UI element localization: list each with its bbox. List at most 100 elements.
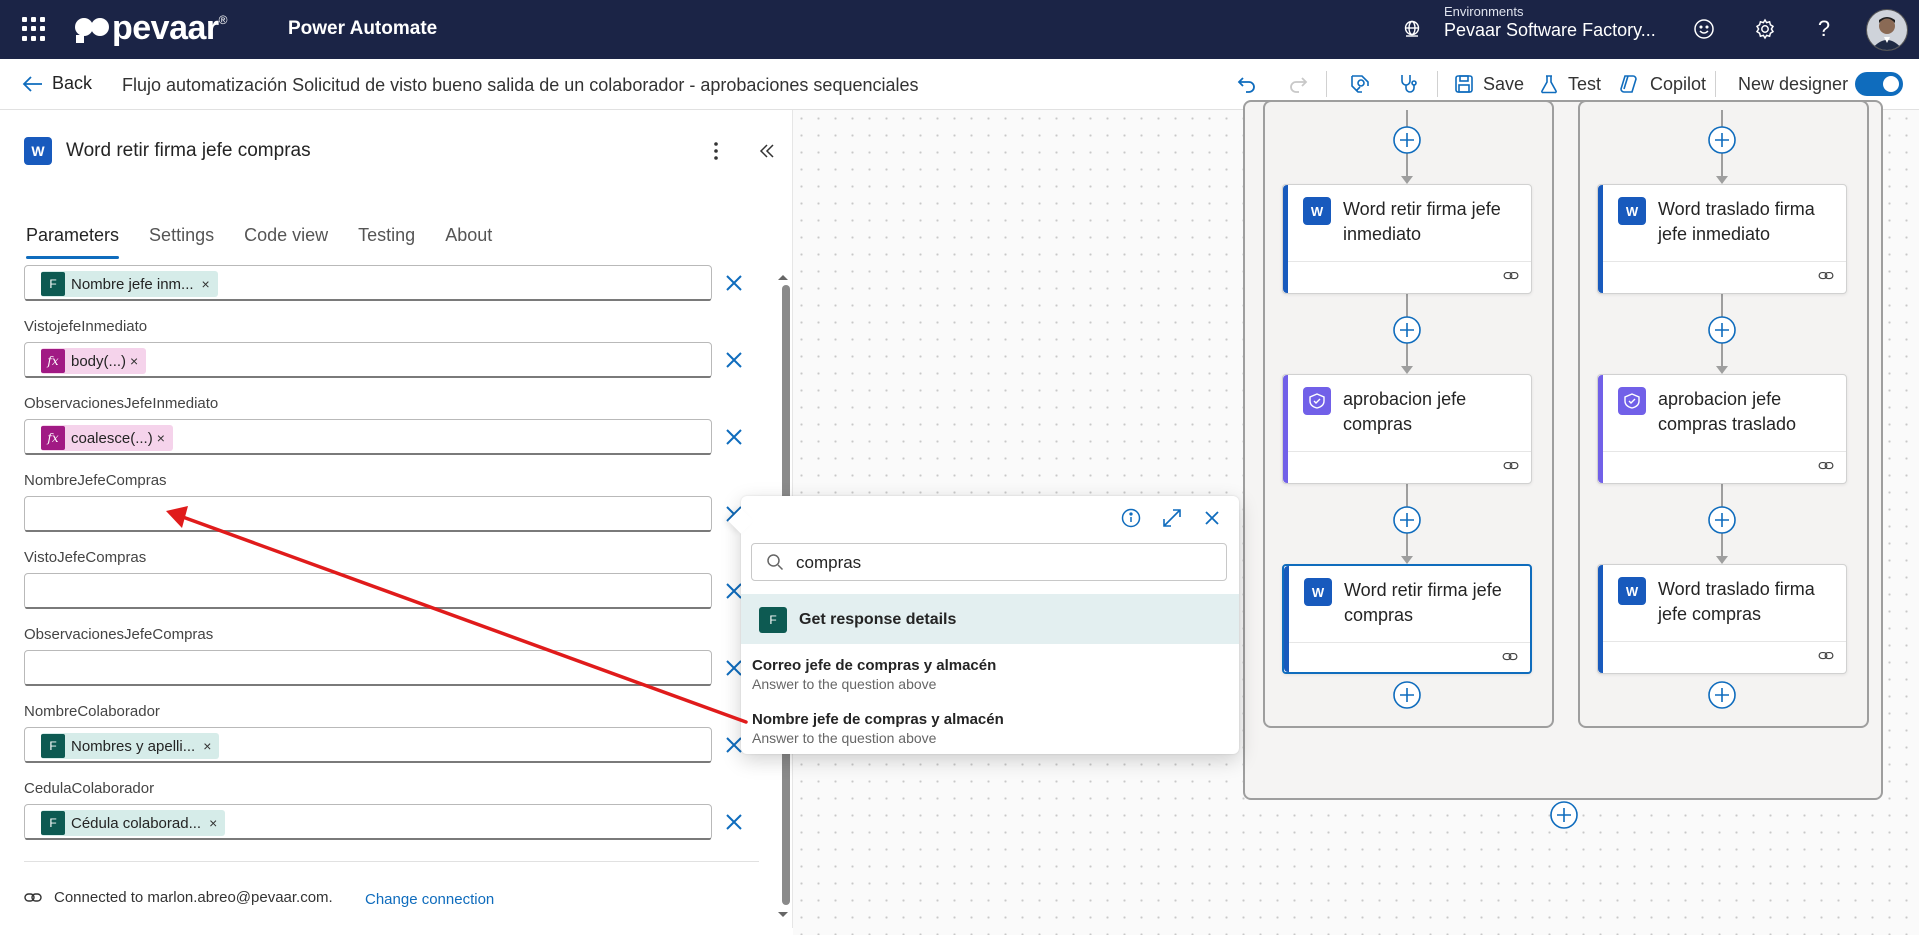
add-step-plus-icon[interactable] <box>1392 315 1422 345</box>
link-icon <box>24 892 42 902</box>
dynamic-content-search-input[interactable]: compras <box>751 543 1227 581</box>
redo-button[interactable] <box>1287 70 1309 98</box>
user-avatar[interactable] <box>1866 9 1908 51</box>
flow-card-approval[interactable]: aprobacion jefe compras traslado <box>1597 374 1847 484</box>
help-question-icon[interactable]: ? <box>1810 15 1838 43</box>
feedback-smiley-icon[interactable] <box>1690 15 1718 43</box>
token-remove-icon[interactable]: × <box>203 738 211 754</box>
flow-card-approval[interactable]: aprobacion jefe compras <box>1282 374 1532 484</box>
dynamic-content-group-header[interactable]: F Get response details <box>741 594 1239 644</box>
token-label: Nombre jefe inm... <box>71 275 194 293</box>
brand-logo[interactable]: pevaar ® <box>74 8 227 48</box>
field-label: NombreJefeCompras <box>24 472 167 489</box>
field-nombre-jefe-inmediato[interactable]: F Nombre jefe inm... × <box>24 265 712 301</box>
flow-card-word[interactable]: W Word traslado firma jefe inmediato <box>1597 184 1847 294</box>
close-icon[interactable] <box>1201 507 1223 529</box>
forms-icon: F <box>41 734 65 758</box>
clear-field-icon[interactable] <box>723 272 745 294</box>
collapse-panel-icon[interactable] <box>758 142 776 165</box>
product-name[interactable]: Power Automate <box>288 18 437 40</box>
change-connection-link[interactable]: Change connection <box>365 891 494 908</box>
field-label: VistojefeInmediato <box>24 318 148 335</box>
flow-checker-button[interactable] <box>1348 70 1372 98</box>
add-step-plus-icon[interactable] <box>1549 800 1579 830</box>
add-step-plus-icon[interactable] <box>1707 505 1737 535</box>
environment-globe-icon[interactable] <box>1398 15 1426 43</box>
back-button[interactable]: Back <box>22 73 92 94</box>
token-label: Nombres y apelli... <box>71 737 196 755</box>
dynamic-token[interactable]: F Nombres y apelli... × <box>41 733 220 759</box>
clear-field-icon[interactable] <box>723 349 745 371</box>
redo-icon <box>1290 77 1308 93</box>
tab-about[interactable]: About <box>445 225 492 256</box>
field-observaciones-jefe-compras[interactable] <box>24 650 712 686</box>
word-icon: W <box>1618 577 1646 605</box>
dynamic-content-option[interactable]: Correo jefe de compras y almacén Answer … <box>752 657 996 692</box>
field-visto-jefe-compras[interactable] <box>24 573 712 609</box>
card-title: Word traslado firma jefe compras <box>1658 579 1815 624</box>
flow-card-word-selected[interactable]: W Word retir firma jefe compras <box>1282 564 1532 674</box>
add-step-plus-icon[interactable] <box>1392 125 1422 155</box>
dynamic-content-option[interactable]: Nombre jefe de compras y almacén Answer … <box>752 711 1004 746</box>
environment-picker[interactable]: Environments Pevaar Software Factory... <box>1444 4 1656 41</box>
forms-icon: F <box>41 811 65 835</box>
word-icon: W <box>24 137 52 165</box>
test-button[interactable]: Test <box>1538 70 1601 98</box>
expression-token[interactable]: fx coalesce(...) × <box>41 425 173 451</box>
tab-parameters[interactable]: Parameters <box>26 225 120 259</box>
add-step-plus-icon[interactable] <box>1707 315 1737 345</box>
token-remove-icon[interactable]: × <box>157 430 165 446</box>
brand-registered-mark: ® <box>218 13 228 27</box>
add-step-plus-icon[interactable] <box>1707 125 1737 155</box>
add-step-plus-icon[interactable] <box>1707 680 1737 710</box>
environment-label: Environments <box>1444 4 1524 19</box>
dynamic-token[interactable]: F Nombre jefe inm... × <box>41 271 218 297</box>
new-designer-toggle[interactable] <box>1855 72 1903 96</box>
clear-field-icon[interactable] <box>723 426 745 448</box>
field-observaciones-jefe-inmediato[interactable]: fx coalesce(...) × <box>24 419 712 455</box>
undo-button[interactable] <box>1236 70 1258 98</box>
field-nombre-jefe-compras[interactable] <box>24 496 712 532</box>
option-subtitle: Answer to the question above <box>752 730 937 746</box>
copilot-button[interactable]: Copilot <box>1618 70 1706 98</box>
field-label: ObservacionesJefeInmediato <box>24 395 219 412</box>
flow-card-word[interactable]: W Word retir firma jefe inmediato <box>1282 184 1532 294</box>
field-nombre-colaborador[interactable]: F Nombres y apelli... × <box>24 727 712 763</box>
settings-gear-icon[interactable] <box>1751 15 1779 43</box>
token-remove-icon[interactable]: × <box>209 815 217 831</box>
panel-tabs: Parameters Settings Code view Testing Ab… <box>26 225 492 259</box>
tab-testing[interactable]: Testing <box>358 225 415 256</box>
flow-title[interactable]: Flujo automatización Solicitud de visto … <box>122 75 919 96</box>
new-designer-label: New designer <box>1738 73 1849 94</box>
stethoscope-button[interactable] <box>1397 70 1421 98</box>
link-icon <box>1818 651 1834 660</box>
flow-checker-icon <box>1351 75 1369 93</box>
more-options-icon[interactable] <box>712 140 720 167</box>
panel-header: W Word retir firma jefe compras <box>24 137 311 165</box>
forms-icon: F <box>759 607 787 633</box>
card-title: Word retir firma jefe compras <box>1344 580 1502 625</box>
field-cedula-colaborador[interactable]: F Cédula colaborad... × <box>24 804 712 840</box>
tab-settings[interactable]: Settings <box>149 225 214 256</box>
scroll-up-icon[interactable] <box>777 273 789 281</box>
expand-icon[interactable] <box>1161 507 1183 529</box>
panel-title[interactable]: Word retir firma jefe compras <box>66 140 311 162</box>
app-launcher-icon[interactable] <box>22 17 46 41</box>
test-label: Test <box>1568 73 1602 94</box>
expression-token[interactable]: fx body(...) × <box>41 348 147 374</box>
add-step-plus-icon[interactable] <box>1392 680 1422 710</box>
save-button[interactable]: Save <box>1453 70 1524 98</box>
flow-card-word[interactable]: W Word traslado firma jefe compras <box>1597 564 1847 674</box>
info-icon[interactable] <box>1120 507 1142 529</box>
field-visto-jefe-inmediato[interactable]: fx body(...) × <box>24 342 712 378</box>
token-remove-icon[interactable]: × <box>130 353 138 369</box>
approval-icon <box>1618 387 1646 415</box>
add-step-plus-icon[interactable] <box>1392 505 1422 535</box>
scroll-down-icon[interactable] <box>777 911 789 919</box>
tab-code-view[interactable]: Code view <box>244 225 328 256</box>
field-label: ObservacionesJefeCompras <box>24 626 214 643</box>
card-title: Word retir firma jefe inmediato <box>1343 199 1501 244</box>
token-remove-icon[interactable]: × <box>202 276 210 292</box>
clear-field-icon[interactable] <box>723 811 745 833</box>
dynamic-token[interactable]: F Cédula colaborad... × <box>41 810 226 836</box>
